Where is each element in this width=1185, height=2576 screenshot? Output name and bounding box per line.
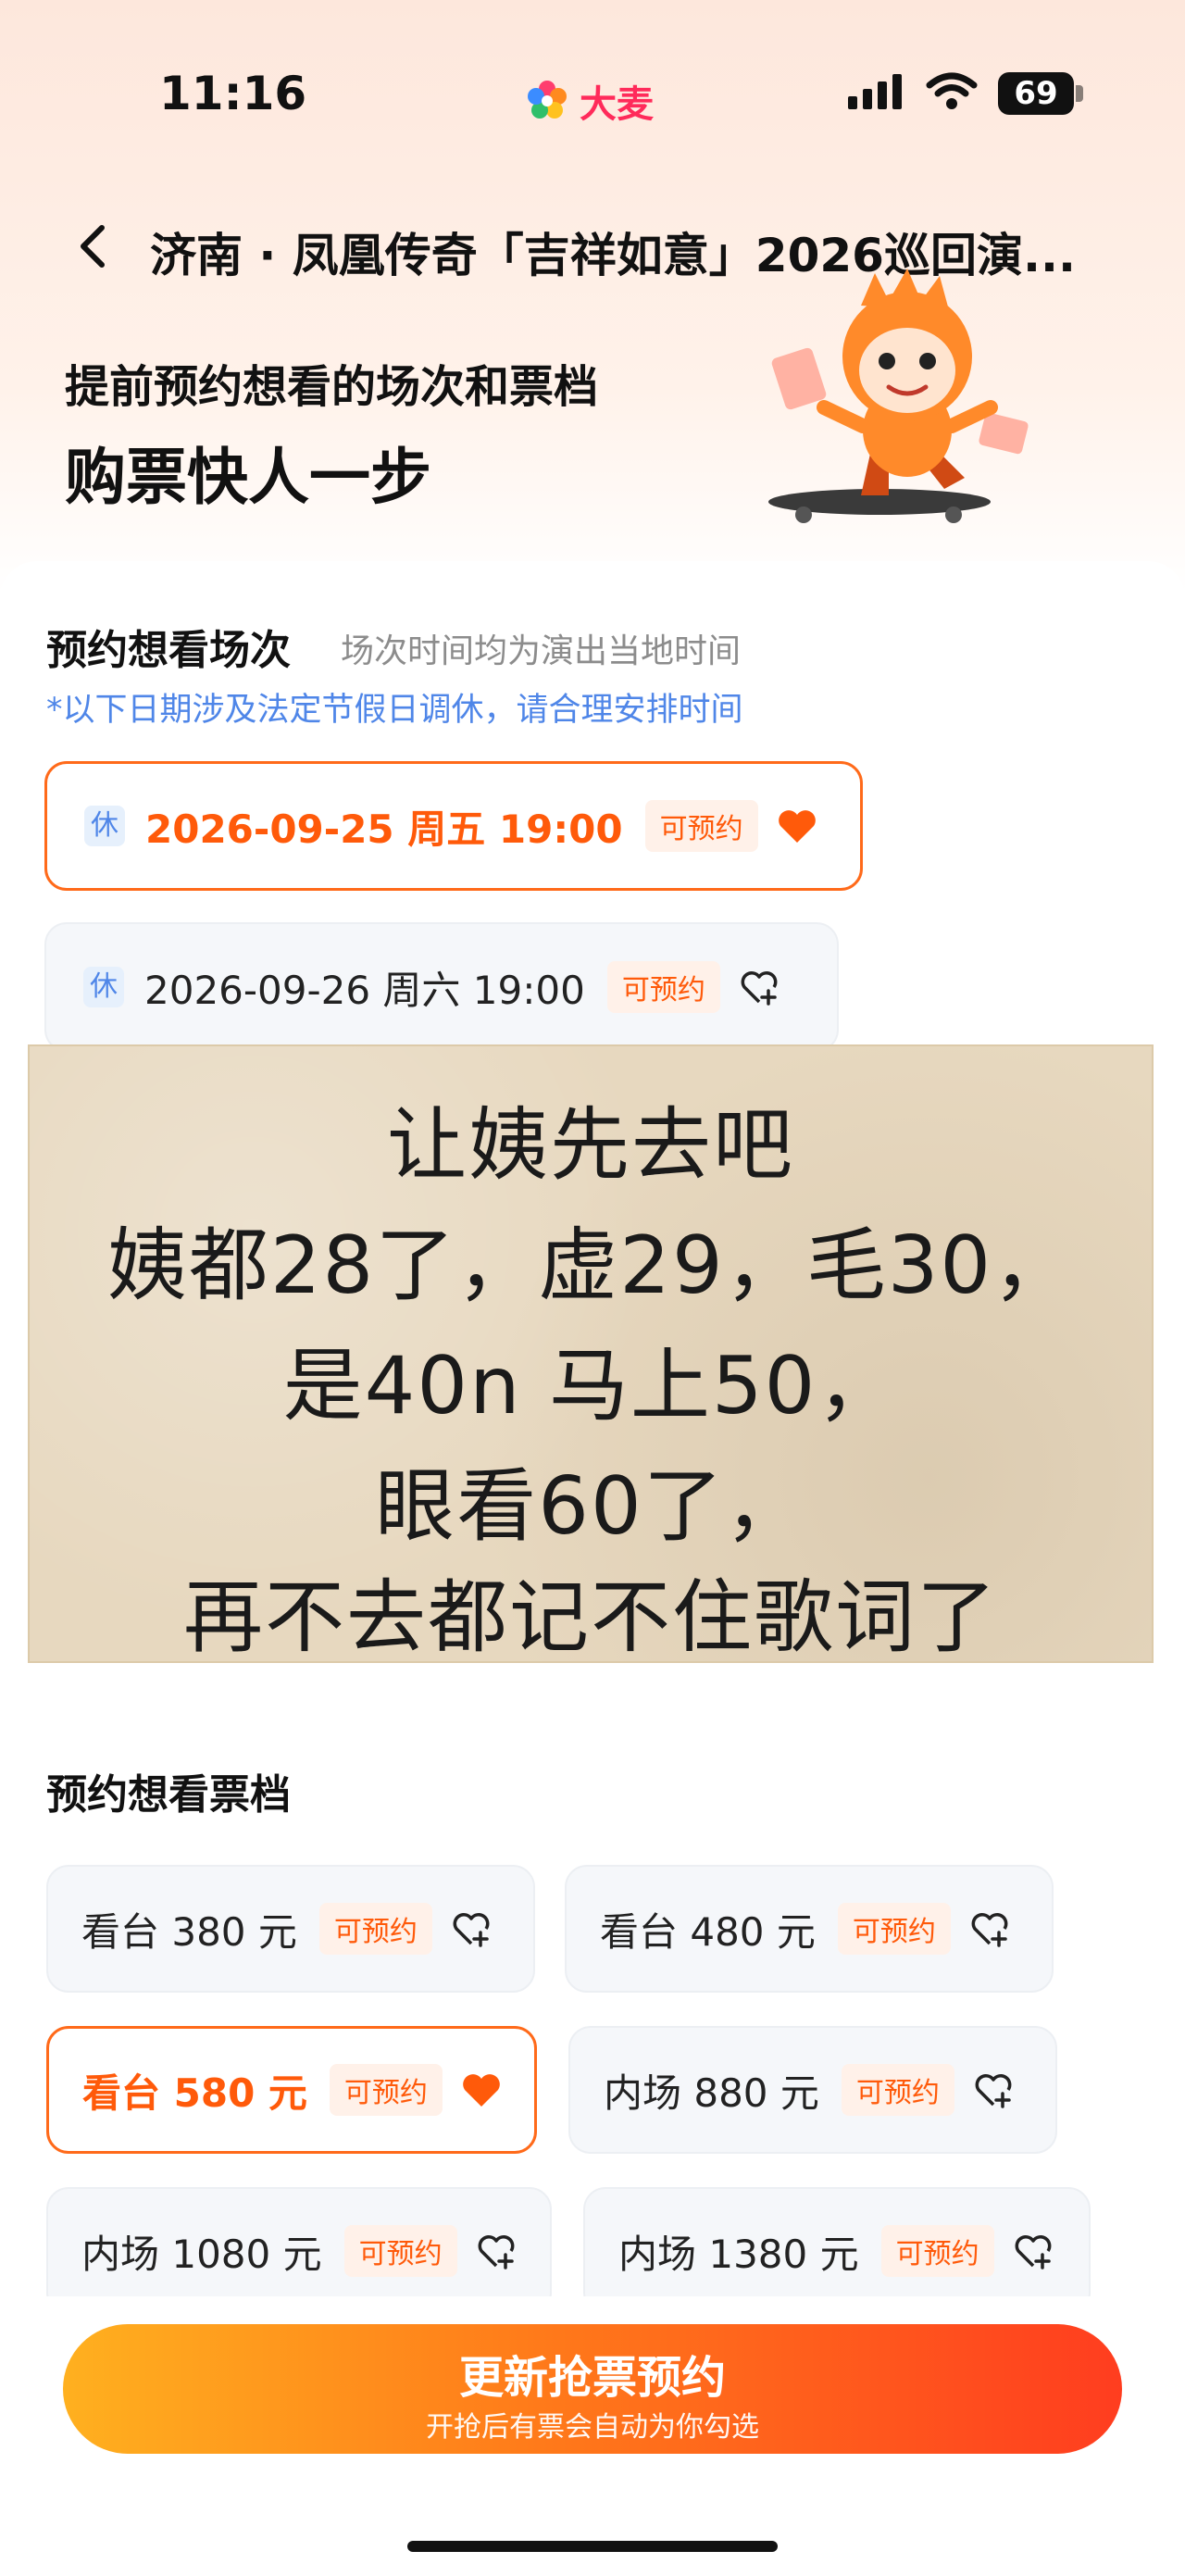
- note-line: 姨都28了，虚29，毛30，: [106, 1219, 1075, 1312]
- heart-add-icon[interactable]: [1013, 2232, 1054, 2270]
- tickets-title: 预约想看票档: [46, 1771, 291, 1819]
- note-line: 再不去都记不住歌词了: [183, 1571, 998, 1664]
- status-time: 11:16: [159, 67, 307, 120]
- promo-line-2: 购票快人一步: [65, 442, 431, 513]
- signal-icon: [848, 74, 902, 109]
- sessions-subtitle: 场次时间均为演出当地时间: [341, 632, 742, 670]
- reservable-tag: 可预约: [837, 1903, 951, 1955]
- ticket-label: 内场 880 元: [604, 2070, 819, 2116]
- app-brand: 大麦: [524, 74, 654, 128]
- reservable-tag: 可预约: [644, 800, 758, 852]
- session-label: 2026-09-26 周六 19:00: [144, 967, 585, 1013]
- ticket-label: 内场 1380 元: [618, 2231, 859, 2277]
- note-line: 是40n 马上50，: [282, 1340, 899, 1432]
- mascot-illustration: [768, 269, 1029, 523]
- ticket-label: 内场 1080 元: [81, 2231, 322, 2277]
- holiday-badge: 休: [84, 806, 125, 846]
- session-option[interactable]: 休 2026-09-26 周六 19:00 可预约: [44, 922, 839, 1052]
- ticket-label: 看台 580 元: [82, 2070, 307, 2116]
- note-line: 眼看60了，: [375, 1460, 806, 1553]
- ticket-option[interactable]: 内场 880 元 可预约: [568, 2026, 1057, 2154]
- battery-indicator: 69: [998, 72, 1074, 115]
- reservable-tag: 可预约: [343, 2225, 457, 2277]
- reservable-tag: 可预约: [329, 2064, 443, 2116]
- back-arrow-icon[interactable]: [65, 219, 120, 274]
- heart-filled-icon[interactable]: [777, 807, 817, 844]
- brand-name: 大麦: [580, 83, 654, 126]
- session-option-selected[interactable]: 休 2026-09-25 周五 19:00 可预约: [44, 761, 863, 891]
- reservable-tag: 可预约: [880, 2225, 994, 2277]
- ticket-label: 看台 480 元: [600, 1908, 816, 1955]
- holiday-badge: 休: [83, 967, 124, 1007]
- handwritten-note: 让姨先去吧 姨都28了，虚29，毛30， 是40n 马上50， 眼看60了， 再…: [28, 1044, 1154, 1664]
- holiday-notice: *以下日期涉及法定节假日调休，请合理安排时间: [46, 692, 743, 729]
- damai-logo-icon: [528, 81, 567, 119]
- heart-add-icon[interactable]: [451, 1910, 492, 1947]
- heart-add-icon[interactable]: [973, 2071, 1014, 2108]
- ticket-label: 看台 380 元: [81, 1908, 297, 1955]
- reservable-tag: 可预约: [606, 961, 720, 1013]
- sessions-title: 预约想看场次: [46, 627, 291, 674]
- wifi-icon: [926, 72, 978, 109]
- reservable-tag: 可预约: [841, 2064, 954, 2116]
- note-line: 让姨先去吧: [387, 1099, 794, 1192]
- cta-main-label: 更新抢票预约: [458, 2352, 726, 2404]
- status-bar: 11:16 大麦 69: [0, 0, 1185, 194]
- heart-add-icon[interactable]: [476, 2232, 517, 2270]
- reservable-tag: 可预约: [318, 1903, 432, 1955]
- promo-line-1: 提前预约想看的场次和票档: [65, 361, 599, 413]
- cta-sub-label: 开抢后有票会自动为你勾选: [426, 2411, 759, 2444]
- battery-tip: [1076, 85, 1083, 102]
- ticket-option[interactable]: 看台 480 元 可预约: [565, 1865, 1054, 1993]
- heart-filled-icon[interactable]: [461, 2071, 502, 2108]
- heart-add-icon[interactable]: [969, 1910, 1010, 1947]
- home-indicator: [407, 2541, 778, 2552]
- ticket-option[interactable]: 看台 380 元 可预约: [46, 1865, 535, 1993]
- ticket-option-selected[interactable]: 看台 580 元 可预约: [46, 2026, 537, 2154]
- session-label: 2026-09-25 周五 19:00: [145, 806, 623, 852]
- update-reservation-button[interactable]: 更新抢票预约 开抢后有票会自动为你勾选: [63, 2324, 1122, 2454]
- heart-add-icon[interactable]: [739, 969, 780, 1006]
